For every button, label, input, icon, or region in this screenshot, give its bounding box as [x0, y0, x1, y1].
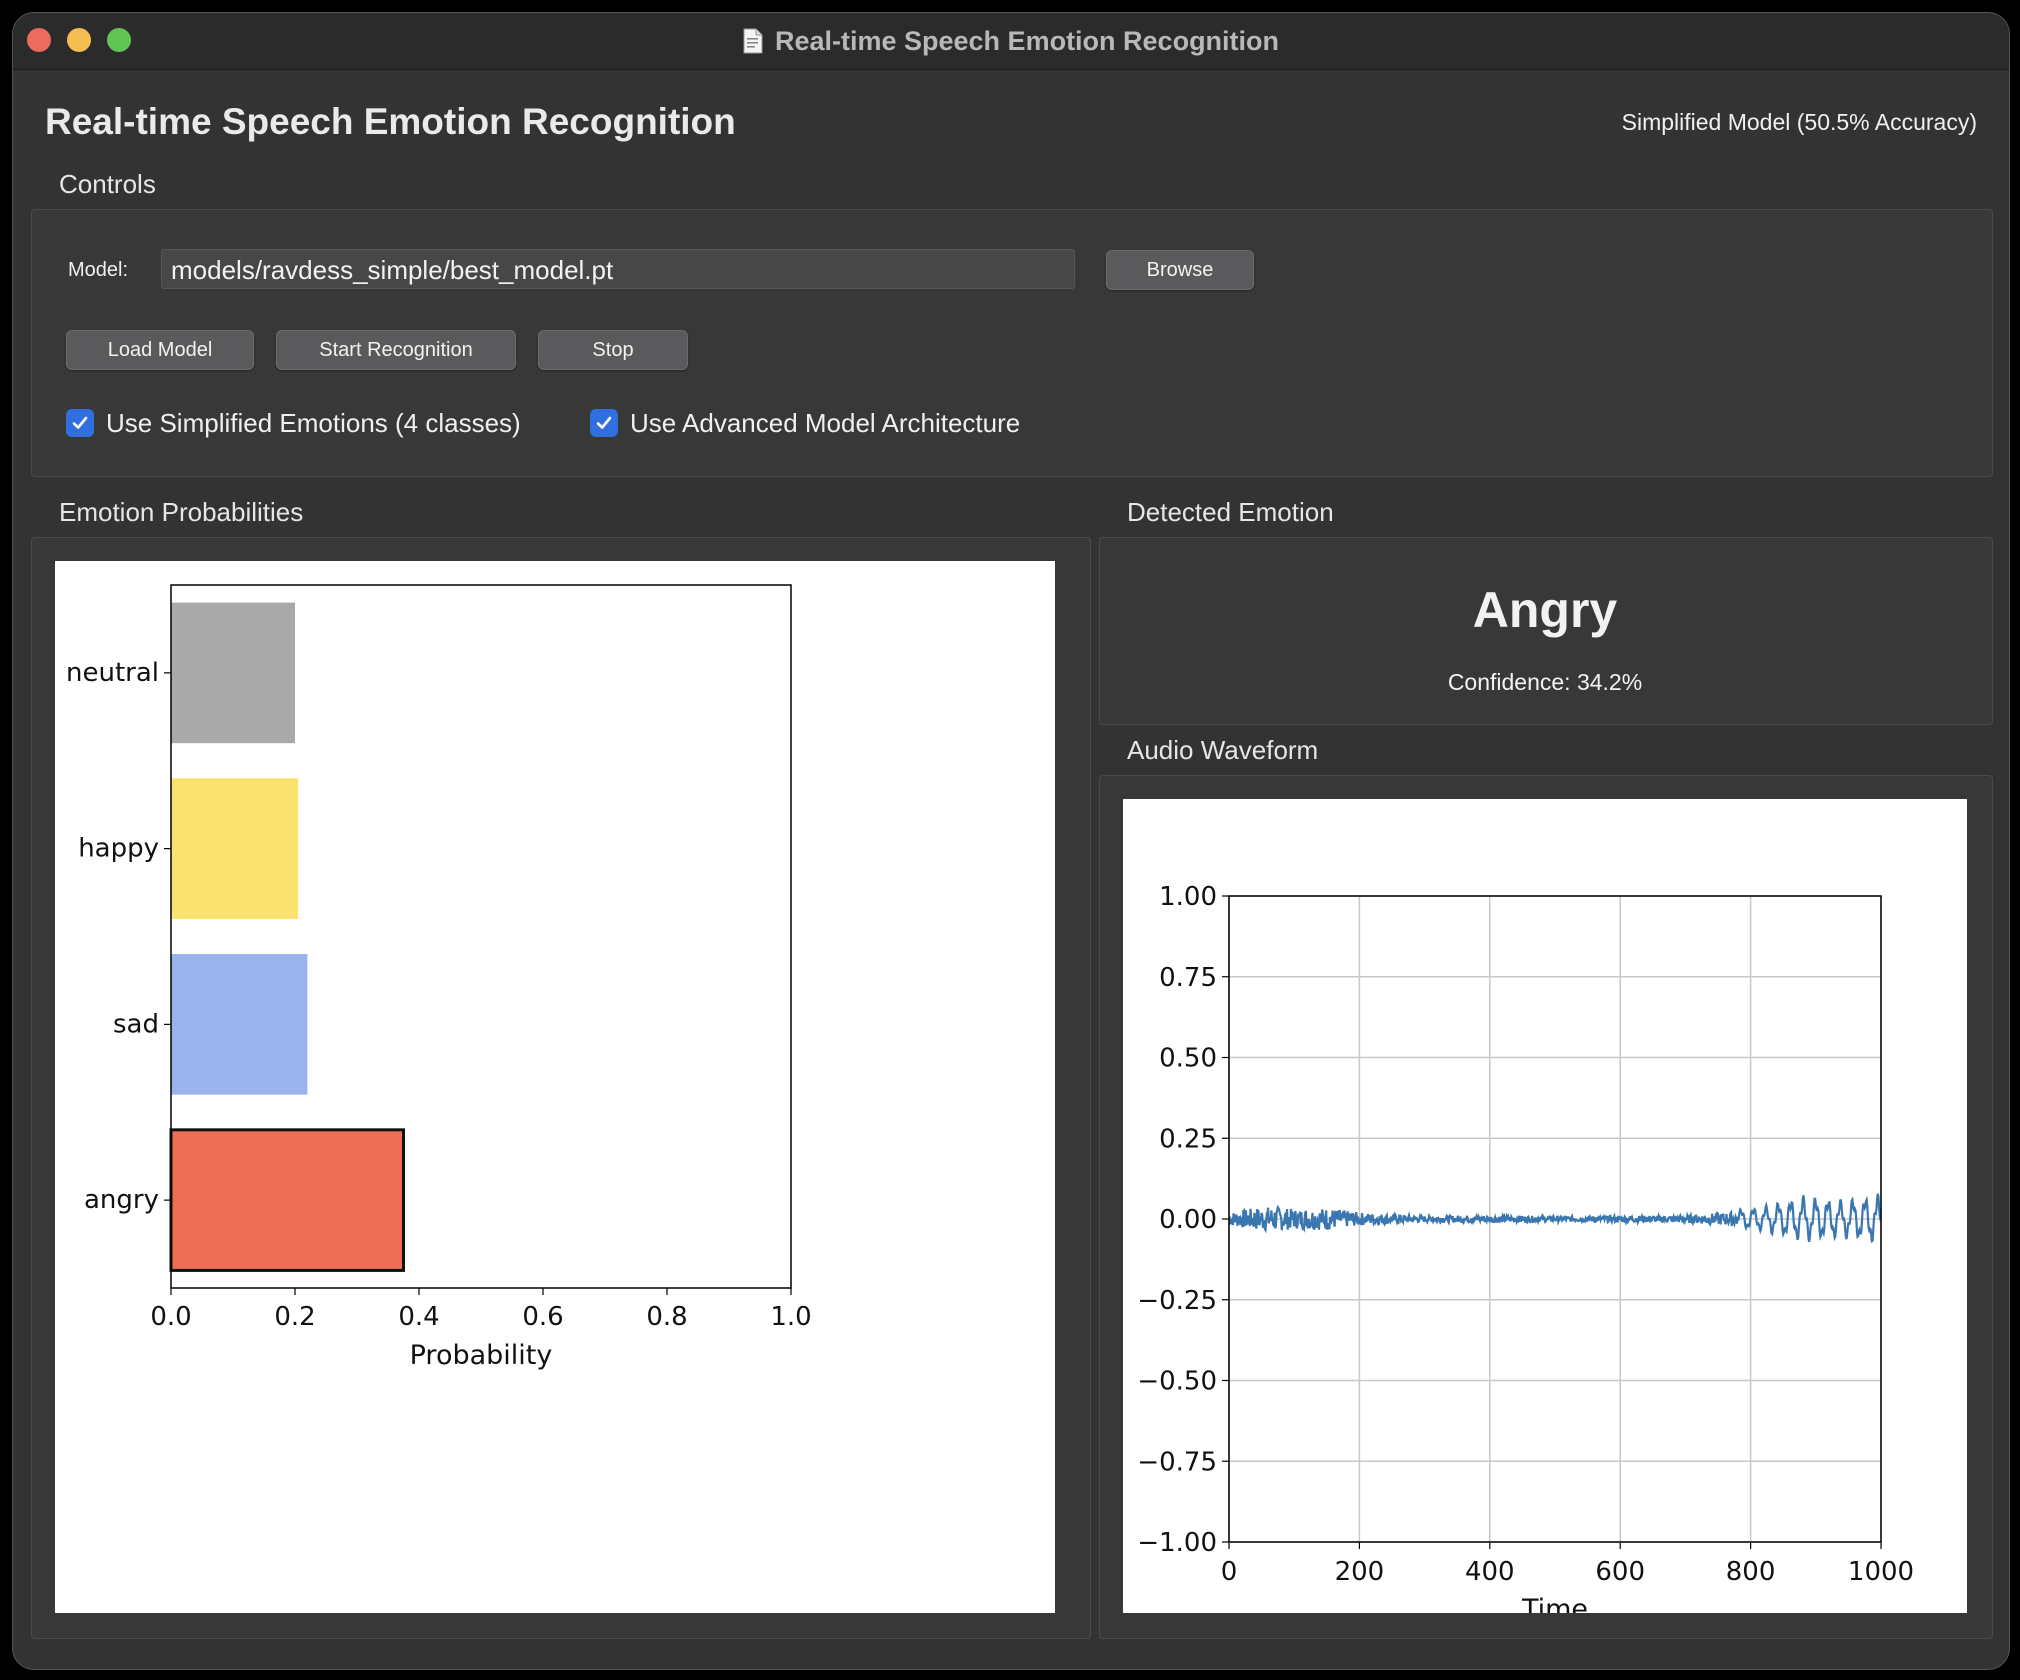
x-tick-label: 200 — [1335, 1557, 1385, 1587]
x-axis-label: Time — [1521, 1594, 1588, 1613]
x-tick-label: 0 — [1221, 1557, 1238, 1587]
probability-bar-chart: neutral happy sad angry 0.0 0.2 0.4 0.6 0.8 1.0 Pr… — [66, 584, 812, 1371]
x-tick-label: 800 — [1726, 1557, 1776, 1587]
x-tick-label: 0.4 — [398, 1302, 439, 1332]
waveform-group-title: Audio Waveform — [1127, 735, 1319, 765]
load-model-button[interactable]: Load Model — [66, 330, 254, 370]
app-window: Real-time Speech Emotion Recognition Rea… — [12, 12, 2010, 1670]
x-tick-label: 0.0 — [150, 1302, 191, 1332]
controls-group-title: Controls — [59, 169, 156, 199]
y-tick-label-angry: angry — [84, 1185, 159, 1215]
model-label: Model: — [68, 259, 129, 281]
document-icon — [743, 28, 763, 54]
bar-angry — [169, 1128, 405, 1272]
y-tick-label-happy: happy — [78, 834, 159, 864]
x-tick-label: 600 — [1595, 1557, 1645, 1587]
bar-sad — [171, 954, 308, 1095]
y-tick-label: −0.25 — [1137, 1286, 1217, 1316]
advanced-architecture-label: Use Advanced Model Architecture — [630, 407, 1021, 438]
probabilities-group-title: Emotion Probabilities — [59, 497, 304, 527]
probability-chart-panel: neutral happy sad angry 0.0 0.2 0.4 0.6 0.8 1.0 Pr… — [55, 561, 1055, 1613]
checkmark-icon — [590, 409, 618, 437]
x-tick-label: 0.8 — [646, 1302, 687, 1332]
x-tick-label: 0.6 — [522, 1302, 563, 1332]
waveform-chart-panel: 0 200 400 600 800 1000 1.00 0.75 0.50 0.25 0.00 −0.… — [1123, 799, 1967, 1625]
x-tick-label: 400 — [1465, 1557, 1515, 1587]
y-tick-label: 0.00 — [1159, 1205, 1217, 1235]
x-tick-label: 1.0 — [770, 1302, 811, 1332]
start-recognition-button[interactable]: Start Recognition — [276, 330, 516, 370]
y-tick-label: 0.50 — [1159, 1044, 1217, 1074]
window-title-area: Real-time Speech Emotion Recognition — [13, 13, 2009, 69]
model-path-input[interactable]: models/ravdess_simple/best_model.pt — [161, 249, 1075, 289]
x-tick-label: 0.2 — [274, 1302, 315, 1332]
y-tick-label: 1.00 — [1159, 882, 1217, 912]
model-status-label: Simplified Model (50.5% Accuracy) — [1621, 109, 1977, 135]
y-tick-label: 0.75 — [1159, 963, 1217, 993]
browse-button[interactable]: Browse — [1106, 250, 1254, 290]
simplified-emotions-label: Use Simplified Emotions (4 classes) — [106, 407, 521, 438]
advanced-architecture-checkbox[interactable]: Use Advanced Model Architecture — [590, 407, 1020, 439]
y-tick-label: −0.75 — [1137, 1447, 1217, 1477]
simplified-emotions-checkbox[interactable]: Use Simplified Emotions (4 classes) — [66, 407, 521, 439]
title-bar: Real-time Speech Emotion Recognition — [13, 13, 2009, 70]
detected-emotion-label: Angry — [1472, 582, 1618, 638]
y-tick-label-neutral: neutral — [66, 658, 159, 688]
waveform-line — [1228, 1193, 1882, 1244]
window-title: Real-time Speech Emotion Recognition — [774, 26, 1280, 56]
y-tick-label-sad: sad — [113, 1009, 159, 1039]
audio-waveform-chart: 0 200 400 600 800 1000 1.00 0.75 0.50 0.25 0.00 −0.… — [1137, 882, 1914, 1625]
y-tick-label: 0.25 — [1159, 1124, 1217, 1154]
x-axis-label: Probability — [410, 1340, 553, 1371]
checkmark-icon — [66, 409, 94, 437]
detected-group-title: Detected Emotion — [1127, 497, 1334, 527]
y-tick-label: −0.50 — [1137, 1367, 1217, 1397]
y-tick-label: −1.00 — [1137, 1528, 1217, 1558]
bar-neutral — [171, 602, 295, 744]
x-tick-label: 1000 — [1848, 1557, 1914, 1587]
confidence-label: Confidence: 34.2% — [1447, 669, 1643, 695]
stop-button[interactable]: Stop — [538, 330, 688, 370]
bar-happy — [171, 778, 299, 919]
app-heading: Real-time Speech Emotion Recognition — [45, 101, 736, 142]
